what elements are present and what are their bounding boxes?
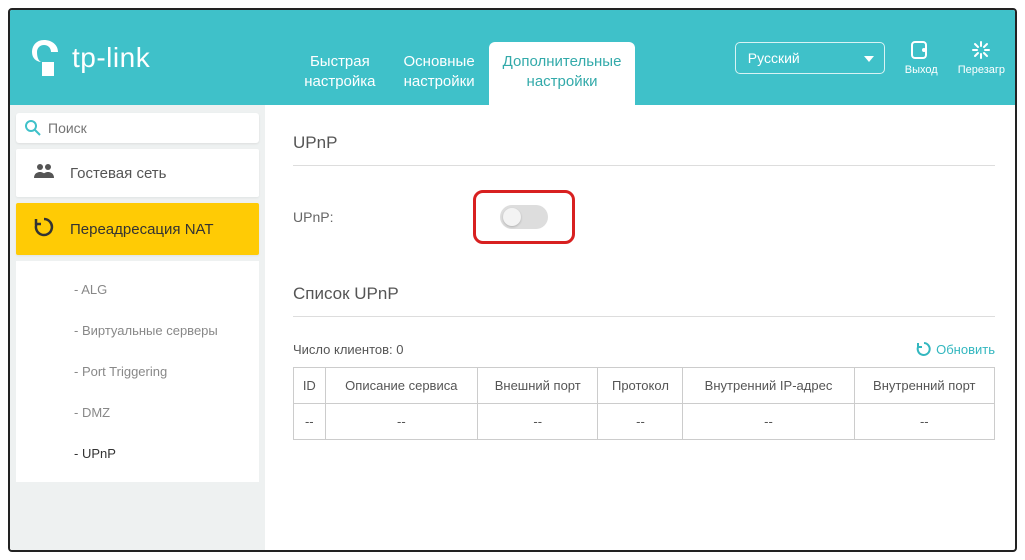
th-int-port: Внутренний порт (854, 368, 994, 404)
sidebar: Гостевая сеть Переадресация NAT - ALG - … (10, 105, 265, 550)
upnp-label: UPnP: (293, 209, 473, 225)
sidebar-item-label: Гостевая сеть (70, 165, 166, 182)
sub-item-alg[interactable]: - ALG (16, 269, 259, 310)
reboot-icon (970, 40, 992, 60)
header: tp-link Быстраянастройка Основныенастрой… (10, 10, 1015, 105)
refresh-button[interactable]: Обновить (916, 341, 995, 357)
upnp-toggle-highlight (473, 190, 575, 244)
th-int-ip: Внутренний IP-адрес (683, 368, 854, 404)
sidebar-item-guest-network[interactable]: Гостевая сеть (16, 149, 259, 197)
top-tabs: Быстраянастройка Основныенастройки Допол… (290, 10, 635, 105)
sidebar-item-nat-forwarding[interactable]: Переадресация NAT (16, 203, 259, 255)
search-icon (24, 119, 42, 137)
language-select[interactable]: Русский (735, 42, 885, 74)
tab-advanced[interactable]: Дополнительныенастройки (489, 42, 636, 105)
clients-count: Число клиентов: 0 (293, 342, 404, 357)
th-ext-port: Внешний порт (478, 368, 598, 404)
table-row: -- -- -- -- -- -- (294, 404, 995, 440)
sub-item-upnp[interactable]: - UPnP (16, 433, 259, 474)
nat-icon (32, 217, 56, 241)
refresh-icon (916, 341, 932, 357)
sub-item-dmz[interactable]: - DMZ (16, 392, 259, 433)
tab-basic[interactable]: Основныенастройки (390, 42, 489, 105)
tplink-logo-icon (30, 38, 66, 78)
sidebar-submenu: - ALG - Виртуальные серверы - Port Trigg… (16, 261, 259, 482)
brand-text: tp-link (72, 42, 150, 74)
main-content: UPnP UPnP: Список UPnP Число клиентов: 0… (265, 105, 1015, 550)
sidebar-item-label: Переадресация NAT (70, 221, 214, 238)
brand-logo: tp-link (30, 38, 150, 78)
logout-icon (910, 40, 932, 60)
search-input[interactable] (48, 120, 251, 136)
th-protocol: Протокол (598, 368, 683, 404)
section-upnp-list-title: Список UPnP (293, 284, 995, 317)
search-box[interactable] (16, 113, 259, 143)
logout-button[interactable]: Выход (905, 40, 938, 76)
upnp-toggle[interactable] (500, 205, 548, 229)
tab-quick-setup[interactable]: Быстраянастройка (290, 42, 389, 105)
th-id: ID (294, 368, 326, 404)
th-service: Описание сервиса (325, 368, 477, 404)
sub-item-port-triggering[interactable]: - Port Triggering (16, 351, 259, 392)
table-header-row: ID Описание сервиса Внешний порт Протоко… (294, 368, 995, 404)
upnp-table: ID Описание сервиса Внешний порт Протоко… (293, 367, 995, 440)
reboot-button[interactable]: Перезагр (958, 40, 1005, 76)
sub-item-virtual-servers[interactable]: - Виртуальные серверы (16, 310, 259, 351)
guest-network-icon (32, 163, 56, 183)
section-upnp-title: UPnP (293, 133, 995, 166)
